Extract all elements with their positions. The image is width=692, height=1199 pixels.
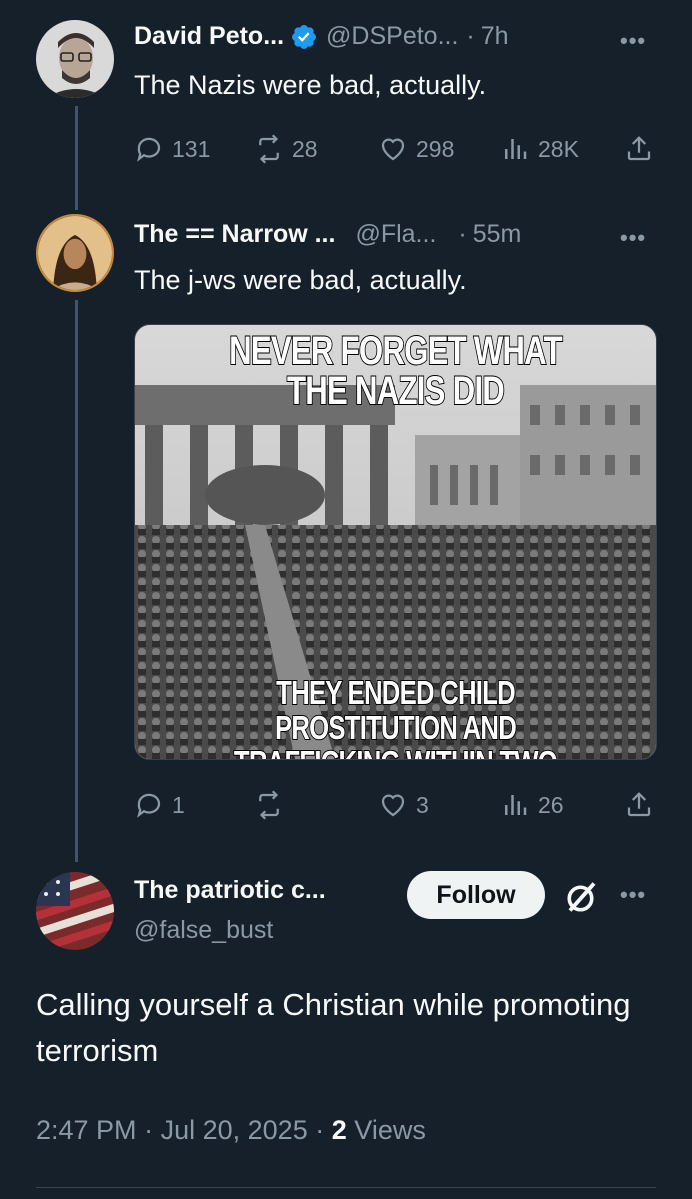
author-name[interactable]: The patriotic c...: [134, 876, 326, 905]
timestamp[interactable]: 55m: [473, 220, 522, 249]
meme-bottom-line-2: TRAFFICKING WITHIN TWO WEEKS: [192, 744, 598, 759]
share-icon: [627, 136, 651, 161]
meme-bottom-line-1: THEY ENDED CHILD PROSTITUTION AND: [274, 674, 517, 746]
avatar[interactable]: [36, 20, 114, 98]
views-label: Views: [354, 1115, 426, 1145]
tweet-actions: 1 3 26: [0, 786, 692, 826]
repost-count: 28: [292, 135, 318, 162]
views-icon: [505, 795, 527, 815]
avatar[interactable]: [36, 214, 114, 292]
views-count: 26: [538, 791, 564, 818]
post-time[interactable]: 2:47 PM: [36, 1115, 137, 1145]
thread-line: [75, 300, 78, 862]
author-handle[interactable]: @Fla...: [355, 220, 436, 249]
reply-button[interactable]: 131: [134, 134, 210, 164]
views-count: 2: [331, 1115, 347, 1145]
post-date[interactable]: Jul 20, 2025: [161, 1115, 308, 1145]
tweet-meta: 2:47 PM · Jul 20, 2025 · 2 Views: [36, 1115, 426, 1146]
separator-dot: ·: [144, 1115, 154, 1145]
tweet-text: Calling yourself a Christian while promo…: [36, 987, 631, 1068]
meme-top-line-2: THE NAZIS DID: [286, 369, 505, 413]
tweet-image[interactable]: NEVER FORGET WHAT THE NAZIS DID THEY END…: [134, 324, 657, 760]
reply-count: 131: [172, 135, 211, 162]
avatar-photo: [38, 216, 112, 290]
share-button[interactable]: [624, 134, 654, 164]
avatar-photo: [36, 20, 114, 98]
tweet-actions: 131 28 298 28K: [0, 130, 692, 170]
author-name[interactable]: David Peto...: [134, 22, 284, 51]
tweet-text: The j-ws were bad, actually.: [134, 265, 467, 295]
heart-icon: [381, 794, 405, 817]
like-count: 298: [416, 135, 455, 162]
author-name[interactable]: The == Narrow ...: [134, 220, 335, 249]
tweet-text: The Nazis were bad, actually.: [134, 70, 487, 100]
heart-icon: [381, 138, 405, 161]
views-button[interactable]: 28K: [500, 134, 579, 164]
grok-icon[interactable]: [564, 879, 600, 915]
avatar[interactable]: [36, 872, 114, 950]
separator-dot: ·: [315, 1115, 325, 1145]
meme-top-text: NEVER FORGET WHAT THE NAZIS DID: [192, 329, 598, 413]
repost-button[interactable]: 28: [254, 134, 318, 164]
repost-button[interactable]: [254, 790, 292, 820]
separator-dot: ·: [466, 22, 475, 50]
author-handle-row: @false_bust: [134, 916, 273, 945]
divider: [36, 1187, 656, 1188]
share-button[interactable]: [624, 790, 654, 820]
timestamp[interactable]: 7h: [481, 22, 509, 51]
views-button[interactable]: 26: [500, 790, 564, 820]
follow-button[interactable]: Follow: [407, 871, 545, 919]
more-options-icon[interactable]: •••: [620, 28, 646, 54]
share-icon: [627, 792, 651, 817]
reply-icon: [137, 137, 161, 162]
tweet-header: The == Narrow ... @Fla... · 55m: [134, 220, 521, 249]
views-icon: [505, 139, 527, 159]
like-button[interactable]: 298: [378, 134, 454, 164]
meme-top-line-1: NEVER FORGET WHAT: [228, 329, 563, 373]
like-count: 3: [416, 791, 429, 818]
like-button[interactable]: 3: [378, 790, 429, 820]
repost-icon: [259, 134, 279, 164]
more-options-icon[interactable]: •••: [620, 882, 646, 908]
meme-bottom-text: THEY ENDED CHILD PROSTITUTION AND TRAFFI…: [192, 674, 598, 759]
views-count: 28K: [538, 135, 579, 162]
reply-button[interactable]: 1: [134, 790, 185, 820]
tweet-header: David Peto... @DSPeto... · 7h: [134, 22, 509, 51]
author-handle[interactable]: @false_bust: [134, 916, 273, 945]
avatar-photo: [36, 872, 114, 950]
reply-icon: [137, 793, 161, 818]
more-options-icon[interactable]: •••: [620, 225, 646, 251]
reply-count: 1: [172, 791, 185, 818]
separator-dot: ·: [458, 220, 467, 248]
repost-icon: [259, 790, 279, 820]
verified-badge-icon: [292, 24, 317, 49]
author-handle[interactable]: @DSPeto...: [326, 22, 458, 51]
author-name-row: The patriotic c...: [134, 876, 326, 905]
